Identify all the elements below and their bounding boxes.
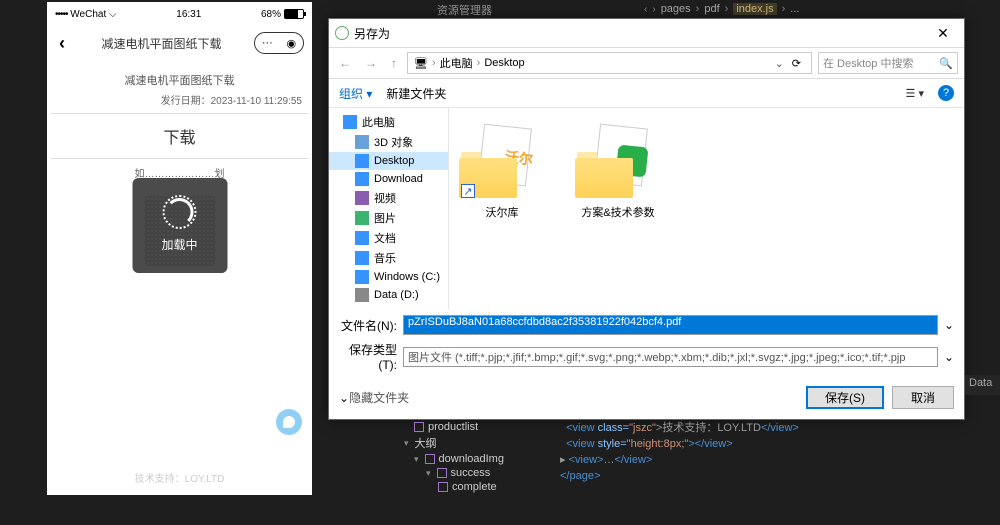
search-input[interactable]: 在 Desktop 中搜索🔍 — [818, 52, 958, 74]
folder-icon — [575, 118, 661, 204]
save-button[interactable]: 保存(S) — [806, 386, 884, 409]
phone-preview: ••••• WeChat ⌵ 16:31 68% ‹ 减速电机平面图纸下载 ··… — [47, 2, 312, 495]
back-button[interactable]: ‹ — [55, 33, 69, 54]
editor-breadcrumb[interactable]: ‹ › pages › pdf › index.js › ... — [644, 3, 799, 15]
outline-panel[interactable]: productlist 大纲 downloadImg success compl… — [392, 420, 557, 525]
folder-item[interactable]: 方案&技术参数 — [575, 118, 661, 220]
cube-icon — [425, 454, 435, 464]
shortcut-icon: ↗ — [461, 184, 475, 198]
cube-icon — [414, 422, 424, 432]
nav-fwd[interactable]: → — [361, 56, 381, 70]
search-icon: 🔍 — [939, 57, 953, 70]
chevron-down-icon[interactable]: ⌄ — [775, 57, 784, 70]
help-icon[interactable]: ? — [938, 85, 954, 101]
new-folder-button[interactable]: 新建文件夹 — [386, 85, 446, 102]
clock: 16:31 — [176, 9, 201, 20]
organize-menu[interactable]: 组织 ▾ — [339, 85, 372, 102]
cube-icon — [438, 482, 448, 492]
chevron-down-icon[interactable]: ⌄ — [944, 318, 954, 332]
spinner-icon — [166, 198, 194, 226]
pc-icon: 🖥 — [414, 57, 428, 70]
address-bar[interactable]: 🖥› 此电脑› Desktop ⌄ ⟳ — [407, 52, 812, 74]
refresh-icon[interactable]: ⟳ — [788, 57, 805, 70]
signal-icon: ••••• — [55, 9, 68, 20]
filetype-select[interactable]: 图片文件 (*.tiff;*.pjp;*.jfif;*.bmp;*.gif;*.… — [403, 347, 938, 367]
chat-bubble-icon[interactable] — [276, 409, 302, 435]
download-button[interactable]: 下载 — [51, 113, 308, 159]
nav-back[interactable]: ← — [335, 56, 355, 70]
save-as-dialog: 另存为 ✕ ← → ↑ 🖥› 此电脑› Desktop ⌄ ⟳ 在 Deskto… — [328, 18, 965, 420]
caret-down-icon[interactable]: ⌄ — [339, 391, 349, 405]
chevron-left-icon[interactable]: ‹ — [644, 4, 647, 15]
battery-icon — [284, 9, 304, 19]
capsule[interactable]: ···◉ — [254, 32, 304, 54]
chevron-down-icon[interactable]: ⌄ — [944, 350, 954, 364]
cancel-button[interactable]: 取消 — [892, 386, 954, 409]
view-mode-button[interactable]: ☰ ▾ — [906, 87, 924, 100]
close-button[interactable]: ✕ — [928, 25, 958, 42]
app-icon — [335, 26, 349, 40]
folder-icon: 沃尔 ↗ — [459, 118, 545, 204]
page-title: 减速电机平面图纸下载 — [101, 35, 221, 52]
filename-input[interactable]: pZrISDuBJ8aN01a68ccfdbd8ac2f35381922f042… — [403, 315, 938, 335]
panel-title: 资源管理器 — [437, 2, 492, 18]
loading-toast: 加载中 — [132, 178, 227, 273]
chevron-right-icon[interactable]: › — [652, 4, 655, 15]
wifi-icon: ⌵ — [109, 9, 117, 20]
code-editor[interactable]: <view class="jszc">技术支持：LOY.LTD</view> <… — [560, 420, 1000, 525]
folder-item[interactable]: 沃尔 ↗ 沃尔库 — [459, 118, 545, 220]
nav-tree[interactable]: 此电脑 3D 对象 Desktop Download 视频 图片 文档 音乐 W… — [329, 108, 449, 309]
cube-icon — [437, 468, 447, 478]
side-panel[interactable]: Data — [965, 375, 1000, 395]
nav-up[interactable]: ↑ — [387, 56, 401, 70]
